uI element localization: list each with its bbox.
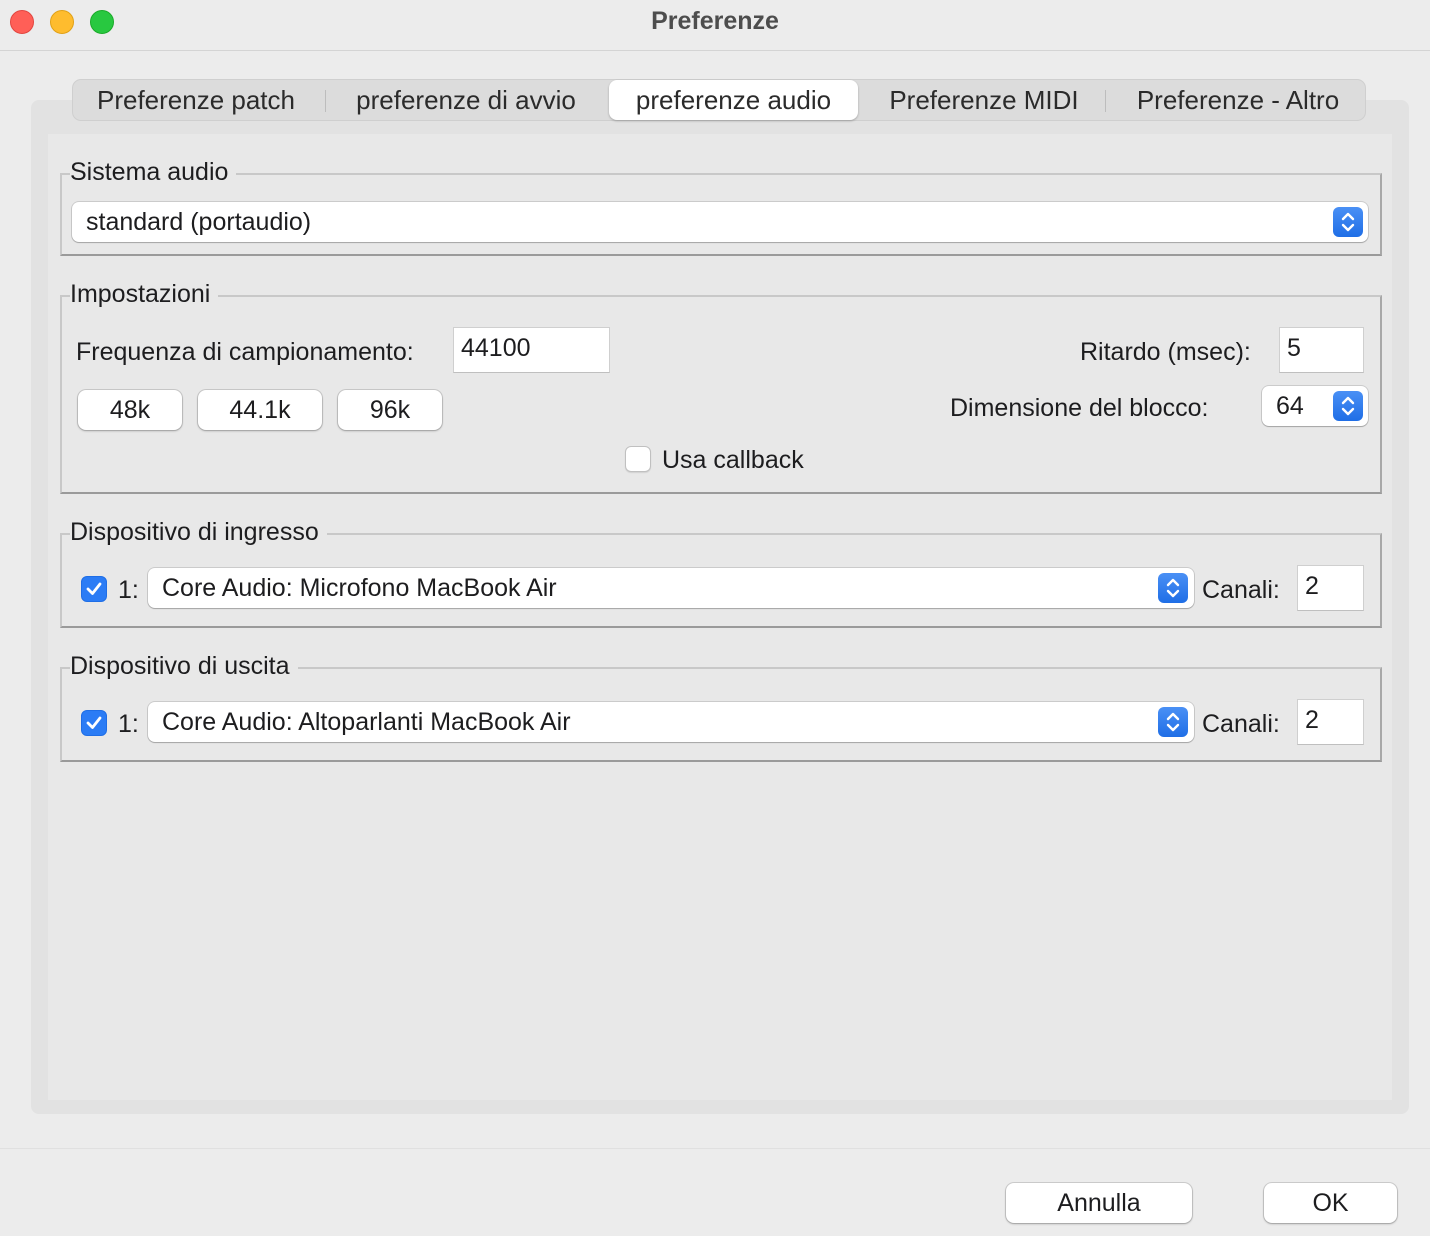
rate-96k-button[interactable]: 96k bbox=[338, 390, 442, 430]
input-device-index: 1: bbox=[118, 576, 139, 604]
block-size-label: Dimensione del blocco: bbox=[950, 394, 1209, 422]
sample-rate-label: Frequenza di campionamento: bbox=[76, 338, 414, 366]
input-device-value: Core Audio: Microfono MacBook Air bbox=[162, 574, 557, 602]
audio-system-title: Sistema audio bbox=[70, 158, 237, 187]
footer-divider bbox=[0, 1148, 1430, 1149]
output-device-enable-checkbox[interactable] bbox=[81, 710, 107, 736]
chevron-up-down-icon bbox=[1158, 573, 1188, 603]
chevron-up-down-icon bbox=[1158, 707, 1188, 737]
title-bar: Preferenze bbox=[0, 0, 1430, 51]
use-callback-label: Usa callback bbox=[662, 446, 804, 474]
tab-separator bbox=[1105, 90, 1106, 112]
output-device-select[interactable]: Core Audio: Altoparlanti MacBook Air bbox=[148, 702, 1194, 742]
block-size-value: 64 bbox=[1276, 392, 1304, 420]
input-device-enable-checkbox[interactable] bbox=[81, 576, 107, 602]
delay-label: Ritardo (msec): bbox=[1080, 338, 1251, 366]
input-device-select[interactable]: Core Audio: Microfono MacBook Air bbox=[148, 568, 1194, 608]
input-device-title: Dispositivo di ingresso bbox=[70, 518, 327, 547]
chevron-up-down-icon bbox=[1333, 391, 1363, 421]
output-channels-label: Canali: bbox=[1202, 710, 1280, 738]
tab-separator bbox=[325, 90, 326, 112]
rate-48k-button[interactable]: 48k bbox=[78, 390, 182, 430]
audio-system-value: standard (portaudio) bbox=[86, 208, 312, 236]
rate-44-1k-button[interactable]: 44.1k bbox=[198, 390, 322, 430]
input-channels-field[interactable]: 2 bbox=[1297, 565, 1364, 611]
output-channels-field[interactable]: 2 bbox=[1297, 699, 1364, 745]
cancel-button[interactable]: Annulla bbox=[1006, 1183, 1192, 1223]
sample-rate-field[interactable]: 44100 bbox=[453, 327, 610, 373]
tab-midi-preferences[interactable]: Preferenze MIDI bbox=[870, 80, 1098, 120]
output-device-title: Dispositivo di uscita bbox=[70, 652, 298, 681]
tab-patch-preferences[interactable]: Preferenze patch bbox=[78, 80, 314, 120]
tab-audio-preferences[interactable]: preferenze audio bbox=[609, 80, 858, 120]
use-callback-checkbox[interactable] bbox=[625, 446, 651, 472]
tab-startup-preferences[interactable]: preferenze di avvio bbox=[336, 80, 596, 120]
audio-system-select[interactable]: standard (portaudio) bbox=[72, 202, 1368, 242]
window-title: Preferenze bbox=[651, 7, 779, 35]
chevron-up-down-icon bbox=[1333, 207, 1363, 237]
settings-title: Impostazioni bbox=[70, 280, 219, 309]
ok-button[interactable]: OK bbox=[1264, 1183, 1397, 1223]
input-channels-label: Canali: bbox=[1202, 576, 1280, 604]
tab-other-preferences[interactable]: Preferenze - Altro bbox=[1116, 80, 1360, 120]
delay-field[interactable]: 5 bbox=[1279, 327, 1364, 373]
output-device-index: 1: bbox=[118, 710, 139, 738]
output-device-value: Core Audio: Altoparlanti MacBook Air bbox=[162, 708, 571, 736]
